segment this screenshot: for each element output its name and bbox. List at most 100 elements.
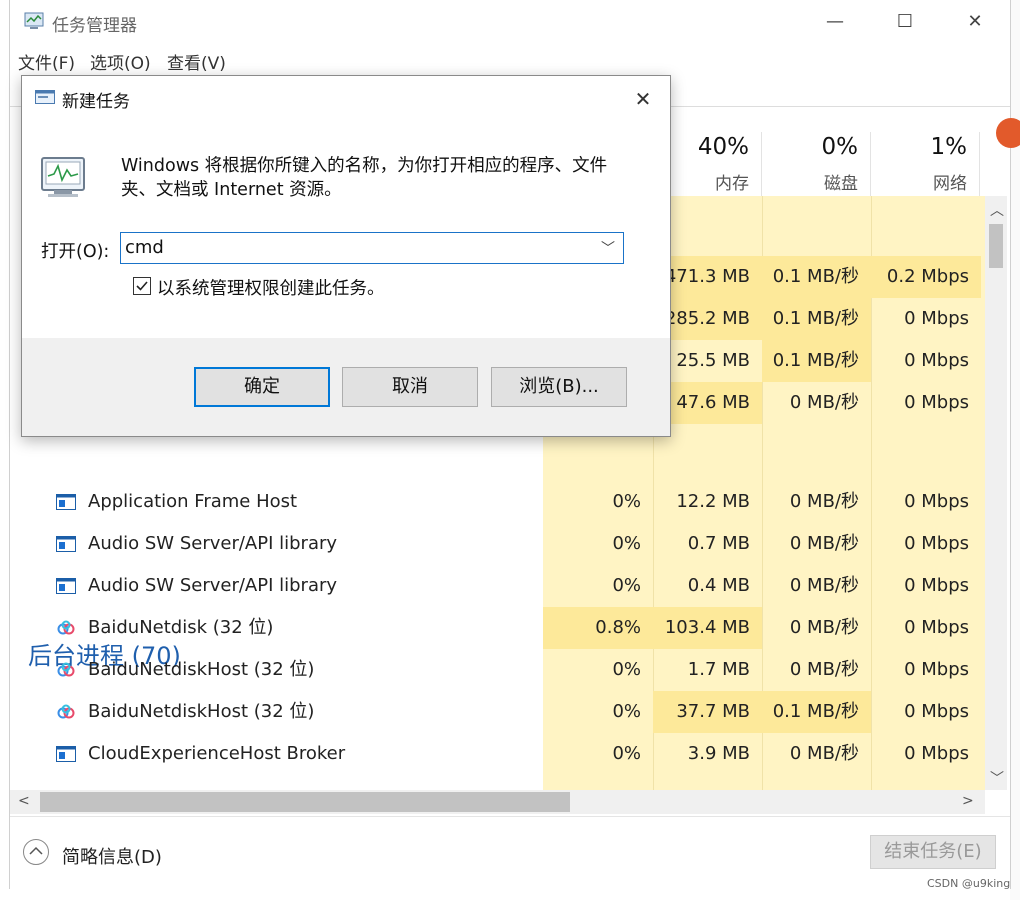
cpu-cell: 0% xyxy=(612,659,641,680)
menu-view[interactable]: 查看(V) xyxy=(167,49,226,74)
menu-bar: 文件(F) 选项(O) 查看(V) xyxy=(10,44,1010,76)
scroll-down-icon[interactable]: ﹀ xyxy=(990,768,1004,788)
task-manager-icon xyxy=(24,12,44,29)
scroll-right-icon[interactable]: > xyxy=(962,793,974,809)
chevron-down-icon[interactable]: ﹀ xyxy=(601,238,615,258)
disk-percent: 0% xyxy=(821,134,859,160)
chevron-up-icon[interactable] xyxy=(23,839,49,865)
process-name: Application Frame Host xyxy=(88,491,298,512)
menu-options[interactable]: 选项(O) xyxy=(90,49,151,74)
window-title: 任务管理器 xyxy=(52,16,137,36)
process-name: CloudExperienceHost Broker xyxy=(88,743,346,764)
cpu-cell: 0% xyxy=(612,575,641,596)
table-row[interactable]: Application Frame Host 0% 12.2 MB 0 MB/秒… xyxy=(10,481,985,523)
close-button[interactable]: ✕ xyxy=(940,0,1010,44)
disk-cell: 0 MB/秒 xyxy=(789,575,859,596)
memory-cell: 0.7 MB xyxy=(687,533,750,554)
program-window-icon xyxy=(41,157,85,197)
table-row[interactable]: BaiduNetdiskHost (32 位) 0% 37.7 MB 0.1 M… xyxy=(10,691,985,733)
table-row[interactable]: Audio SW Server/API library 0% 0.7 MB 0 … xyxy=(10,523,985,565)
disk-cell: 0 MB/秒 xyxy=(789,533,859,554)
baidu-cloud-icon xyxy=(57,704,75,719)
disk-cell: 0 MB/秒 xyxy=(789,392,859,413)
memory-cell: 0.4 MB xyxy=(687,575,750,596)
cpu-cell: 0% xyxy=(612,491,641,512)
network-cell: 0.2 Mbps xyxy=(871,256,981,298)
column-header-network[interactable]: 1% 网络 xyxy=(871,132,980,196)
memory-cell: 12.2 MB xyxy=(676,491,750,512)
table-row[interactable]: CloudExperienceHost Broker 0% 3.9 MB 0 M… xyxy=(10,733,985,775)
dialog-title-bar: 新建任务 ✕ xyxy=(22,76,670,120)
baidu-cloud-icon xyxy=(57,620,75,635)
maximize-button[interactable]: ☐ xyxy=(870,0,940,44)
horizontal-scrollbar[interactable]: < > xyxy=(10,790,985,814)
fewer-details-link[interactable]: 简略信息(D) xyxy=(62,843,162,869)
network-cell: 0 Mbps xyxy=(904,617,969,638)
horizontal-scroll-thumb[interactable] xyxy=(40,792,570,812)
watermark: CSDN @u9king xyxy=(927,877,1011,890)
disk-cell: 0 MB/秒 xyxy=(789,617,859,638)
dialog-title: 新建任务 xyxy=(62,92,130,112)
menu-file[interactable]: 文件(F) xyxy=(18,49,75,74)
network-cell: 0 Mbps xyxy=(904,575,969,596)
run-icon xyxy=(35,90,55,104)
network-percent: 1% xyxy=(930,134,968,160)
browse-button[interactable]: 浏览(B)... xyxy=(491,367,627,407)
disk-cell: 0.1 MB/秒 xyxy=(762,340,871,382)
open-combobox[interactable]: cmd ﹀ xyxy=(120,232,624,264)
disk-cell: 0 MB/秒 xyxy=(789,659,859,680)
network-cell: 0 Mbps xyxy=(904,491,969,512)
scroll-up-icon[interactable]: ︿ xyxy=(990,200,1004,220)
process-name: BaiduNetdiskHost (32 位) xyxy=(88,701,315,722)
disk-cell: 0.1 MB/秒 xyxy=(762,298,871,340)
disk-cell: 0.1 MB/秒 xyxy=(762,256,871,298)
title-bar: 任务管理器 — ☐ ✕ xyxy=(10,0,1010,44)
table-row[interactable]: Audio SW Server/API library 0% 0.4 MB 0 … xyxy=(10,565,985,607)
cancel-button[interactable]: 取消 xyxy=(342,367,478,407)
memory-cell: 1.7 MB xyxy=(687,659,750,680)
memory-cell: 37.7 MB xyxy=(653,691,762,733)
disk-cell: 0.1 MB/秒 xyxy=(762,691,871,733)
memory-percent: 40% xyxy=(697,134,749,160)
admin-checkbox[interactable] xyxy=(133,277,151,295)
network-cell: 0 Mbps xyxy=(904,392,969,413)
disk-cell: 0 MB/秒 xyxy=(789,743,859,764)
dialog-button-area: 确定 取消 浏览(B)... xyxy=(22,338,670,436)
network-cell: 0 Mbps xyxy=(904,743,969,764)
new-task-dialog: 新建任务 ✕ Windows 将根据你所键入的名称，为你打开相应的程序、文件夹、… xyxy=(21,75,671,437)
network-cell: 0 Mbps xyxy=(904,350,969,371)
app-frame-icon xyxy=(56,494,76,510)
process-name: BaiduNetdisk (32 位) xyxy=(88,617,274,638)
process-name: BaiduNetdiskHost (32 位) xyxy=(88,659,315,680)
admin-checkbox-label[interactable]: 以系统管理权限创建此任务。 xyxy=(157,275,385,300)
cpu-cell: 0.8% xyxy=(543,607,653,649)
ok-button[interactable]: 确定 xyxy=(194,367,330,407)
network-label: 网络 xyxy=(933,174,967,194)
disk-label: 磁盘 xyxy=(824,174,858,194)
table-row[interactable]: BaiduNetdiskHost (32 位) 0% 1.7 MB 0 MB/秒… xyxy=(10,649,985,691)
dialog-close-icon[interactable]: ✕ xyxy=(628,84,658,114)
baidu-cloud-icon xyxy=(57,662,75,677)
minimize-button[interactable]: — xyxy=(800,0,870,44)
app-frame-icon xyxy=(56,536,76,552)
column-header-disk[interactable]: 0% 磁盘 xyxy=(762,132,871,196)
process-name: Audio SW Server/API library xyxy=(88,575,338,596)
notification-icon xyxy=(996,118,1020,148)
network-cell: 0 Mbps xyxy=(904,308,969,329)
dialog-description: Windows 将根据你所键入的名称，为你打开相应的程序、文件夹、文档或 Int… xyxy=(121,156,608,200)
table-row[interactable]: BaiduNetdisk (32 位) 0.8% 103.4 MB 0 MB/秒… xyxy=(10,607,985,649)
memory-cell: 103.4 MB xyxy=(653,607,762,649)
footer-bar: 简略信息(D) 结束任务(E) xyxy=(10,816,1010,889)
scroll-left-icon[interactable]: < xyxy=(18,793,30,809)
memory-label: 内存 xyxy=(715,174,749,194)
network-cell: 0 Mbps xyxy=(904,533,969,554)
network-cell: 0 Mbps xyxy=(904,701,969,722)
vertical-scrollbar[interactable]: ︿ ﹀ xyxy=(985,196,1007,790)
cpu-cell: 0% xyxy=(612,743,641,764)
vertical-scroll-thumb[interactable] xyxy=(989,224,1003,268)
end-task-button[interactable]: 结束任务(E) xyxy=(870,835,996,869)
process-name: Audio SW Server/API library xyxy=(88,533,338,554)
app-frame-icon xyxy=(56,578,76,594)
open-input[interactable]: cmd xyxy=(125,237,164,258)
network-cell: 0 Mbps xyxy=(904,659,969,680)
